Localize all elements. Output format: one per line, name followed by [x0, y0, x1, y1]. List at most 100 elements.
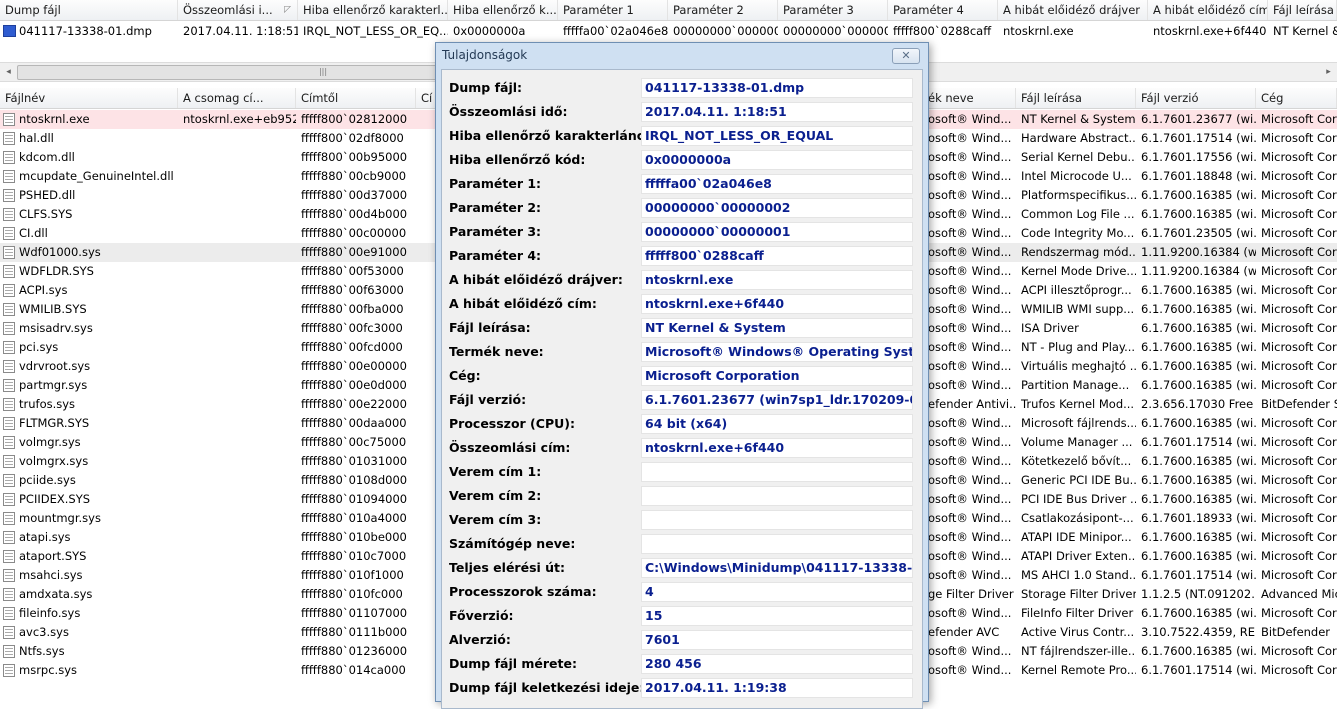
cell-version: 6.1.7600.16385 (wi...	[1141, 378, 1256, 392]
col-header-company[interactable]: Cég	[1256, 88, 1337, 108]
property-value-field[interactable]: C:\Windows\Minidump\041117-13338-01.dmp	[641, 558, 913, 578]
cell-company: Microsoft Corp	[1261, 131, 1337, 145]
col-header-desc[interactable]: Fájl leírása	[1016, 88, 1136, 108]
property-value-field[interactable]	[641, 462, 913, 482]
dump-cell-param1: fffffa00`02a046e8	[563, 24, 668, 38]
col-header-crash-time[interactable]: Összeomlási i... ◸	[178, 0, 298, 20]
property-value-field[interactable]: 2017.04.11. 1:19:38	[641, 678, 913, 698]
property-value-field[interactable]: Microsoft Corporation	[641, 366, 913, 386]
cell-package-addr	[178, 243, 296, 262]
cell-from: fffff880`00fc3000	[301, 321, 403, 335]
property-value-field[interactable]: fffffa00`02a046e8	[641, 174, 913, 194]
property-row: Processzorok száma: 4	[442, 581, 922, 605]
cell-desc: Common Log File ...	[1021, 207, 1135, 221]
property-value-field[interactable]: ntoskrnl.exe	[641, 270, 913, 290]
property-row: Összeomlási idő: 2017.04.11. 1:18:51	[442, 101, 922, 125]
property-label: Dump fájl mérete:	[449, 656, 577, 671]
property-value-field[interactable]: ntoskrnl.exe+6f440	[641, 438, 913, 458]
cell-desc: Serial Kernel Debu...	[1021, 150, 1136, 164]
col-header-driver[interactable]: A hibát előidéző drájver	[998, 0, 1148, 20]
cell-package-addr	[178, 642, 296, 661]
property-value-field[interactable]: 280 456	[641, 654, 913, 674]
property-value-field[interactable]: 4	[641, 582, 913, 602]
cell-from: fffff880`00c75000	[301, 435, 407, 449]
col-header-filename[interactable]: Fájlnév	[0, 88, 178, 108]
scroll-left-icon[interactable]: ◂	[0, 63, 17, 81]
col-header-file-desc[interactable]: Fájl leírása	[1268, 0, 1337, 20]
property-value-field[interactable]: 2017.04.11. 1:18:51	[641, 102, 913, 122]
scroll-right-icon[interactable]: ▸	[1320, 63, 1337, 81]
cell-version: 2.3.656.17030 Free ...	[1141, 397, 1256, 411]
property-row: Paraméter 4: fffff800`0288caff	[442, 245, 922, 269]
cell-desc: WMILIB WMI supp...	[1021, 302, 1135, 316]
property-value-field[interactable]	[641, 534, 913, 554]
cell-company: Microsoft Corp	[1261, 530, 1337, 544]
property-value-field[interactable]	[641, 486, 913, 506]
cell-desc: Generic PCI IDE Bu...	[1021, 473, 1136, 487]
cell-version: 6.1.7601.17556 (wi...	[1141, 150, 1256, 164]
cell-version: 6.1.7600.16385 (wi...	[1141, 454, 1256, 468]
col-header-package-addr[interactable]: A csomag cí...	[178, 88, 296, 108]
cell-product: osoft® Wind...	[928, 530, 1012, 544]
property-value-field[interactable]: 15	[641, 606, 913, 626]
property-value-field[interactable]: 041117-13338-01.dmp	[641, 78, 913, 98]
cell-desc: Platformspecifikus...	[1021, 188, 1136, 202]
cell-package-addr	[178, 376, 296, 395]
col-header-to[interactable]: Cí	[416, 88, 436, 108]
cell-desc: Code Integrity Mo...	[1021, 226, 1135, 240]
property-row: Verem cím 1:	[442, 461, 922, 485]
cell-product: osoft® Wind...	[928, 264, 1012, 278]
property-value-field[interactable]: NT Kernel & System	[641, 318, 913, 338]
col-header-dump-file[interactable]: Dump fájl	[0, 0, 178, 20]
cell-desc: Active Virus Contr...	[1021, 625, 1135, 639]
property-value-field[interactable]: fffff800`0288caff	[641, 246, 913, 266]
property-value-field[interactable]: ntoskrnl.exe+6f440	[641, 294, 913, 314]
property-label: Paraméter 3:	[449, 224, 542, 239]
cell-filename: ntoskrnl.exe	[19, 112, 90, 126]
property-value-field[interactable]: 6.1.7601.23677 (win7sp1_ldr.170209-060	[641, 390, 913, 410]
cell-version: 1.11.9200.16384 (w...	[1141, 245, 1256, 259]
col-header-param3[interactable]: Paraméter 3	[778, 0, 888, 20]
property-value-field[interactable]: 7601	[641, 630, 913, 650]
col-header-bug-string[interactable]: Hiba ellenőrző karakterl...	[298, 0, 448, 20]
col-header-product[interactable]: ék neve	[923, 88, 1016, 108]
col-header-from[interactable]: Címtől	[296, 88, 416, 108]
cell-company: Microsoft Corp	[1261, 663, 1337, 677]
cell-version: 6.1.7600.16385 (wi...	[1141, 644, 1256, 658]
property-value-field[interactable]: 00000000`00000001	[641, 222, 913, 242]
col-header-bug-code[interactable]: Hiba ellenőrző k...	[448, 0, 558, 20]
cell-product: osoft® Wind...	[928, 359, 1012, 373]
dump-row[interactable]: 041117-13338-01.dmp 2017.04.11. 1:18:51 …	[0, 22, 1337, 41]
property-row: A hibát előidéző drájver: ntoskrnl.exe	[442, 269, 922, 293]
cell-company: Microsoft Corp	[1261, 435, 1337, 449]
property-label: Paraméter 2:	[449, 200, 542, 215]
cell-desc: NT Kernel & System	[1021, 112, 1136, 126]
property-value-field[interactable]: IRQL_NOT_LESS_OR_EQUAL	[641, 126, 913, 146]
property-value-field[interactable]: Microsoft® Windows® Operating System	[641, 342, 913, 362]
property-label: Cég:	[449, 368, 481, 383]
cell-filename: mcupdate_GenuineIntel.dll	[19, 169, 174, 183]
col-header-version[interactable]: Fájl verzió	[1136, 88, 1256, 108]
col-header-param4[interactable]: Paraméter 4	[888, 0, 998, 20]
close-icon[interactable]: ✕	[892, 48, 920, 64]
property-row: Paraméter 2: 00000000`00000002	[442, 197, 922, 221]
cell-from: fffff880`01236000	[301, 644, 408, 658]
property-value-field[interactable]: 64 bit (x64)	[641, 414, 913, 434]
cell-product: efender Antivi...	[928, 397, 1016, 411]
property-row: Dump fájl: 041117-13338-01.dmp	[442, 77, 922, 101]
property-label: Főverzió:	[449, 608, 514, 623]
cell-company: Microsoft Corp	[1261, 169, 1337, 183]
property-label: Teljes elérési út:	[449, 560, 566, 575]
col-header-address[interactable]: A hibát előidéző cím	[1148, 0, 1268, 20]
col-header-param2[interactable]: Paraméter 2	[668, 0, 778, 20]
col-header-param1[interactable]: Paraméter 1	[558, 0, 668, 20]
cell-product: osoft® Wind...	[928, 492, 1012, 506]
property-value-field[interactable]: 0x0000000a	[641, 150, 913, 170]
property-value-field[interactable]: 00000000`00000002	[641, 198, 913, 218]
cell-version: 6.1.7600.16385 (wi...	[1141, 549, 1256, 563]
cell-package-addr	[178, 148, 296, 167]
cell-version: 6.1.7600.16385 (wi...	[1141, 492, 1256, 506]
cell-from: fffff880`014ca000	[301, 663, 406, 677]
property-value-field[interactable]	[641, 510, 913, 530]
cell-version: 3.10.7522.4359, RE...	[1141, 625, 1256, 639]
